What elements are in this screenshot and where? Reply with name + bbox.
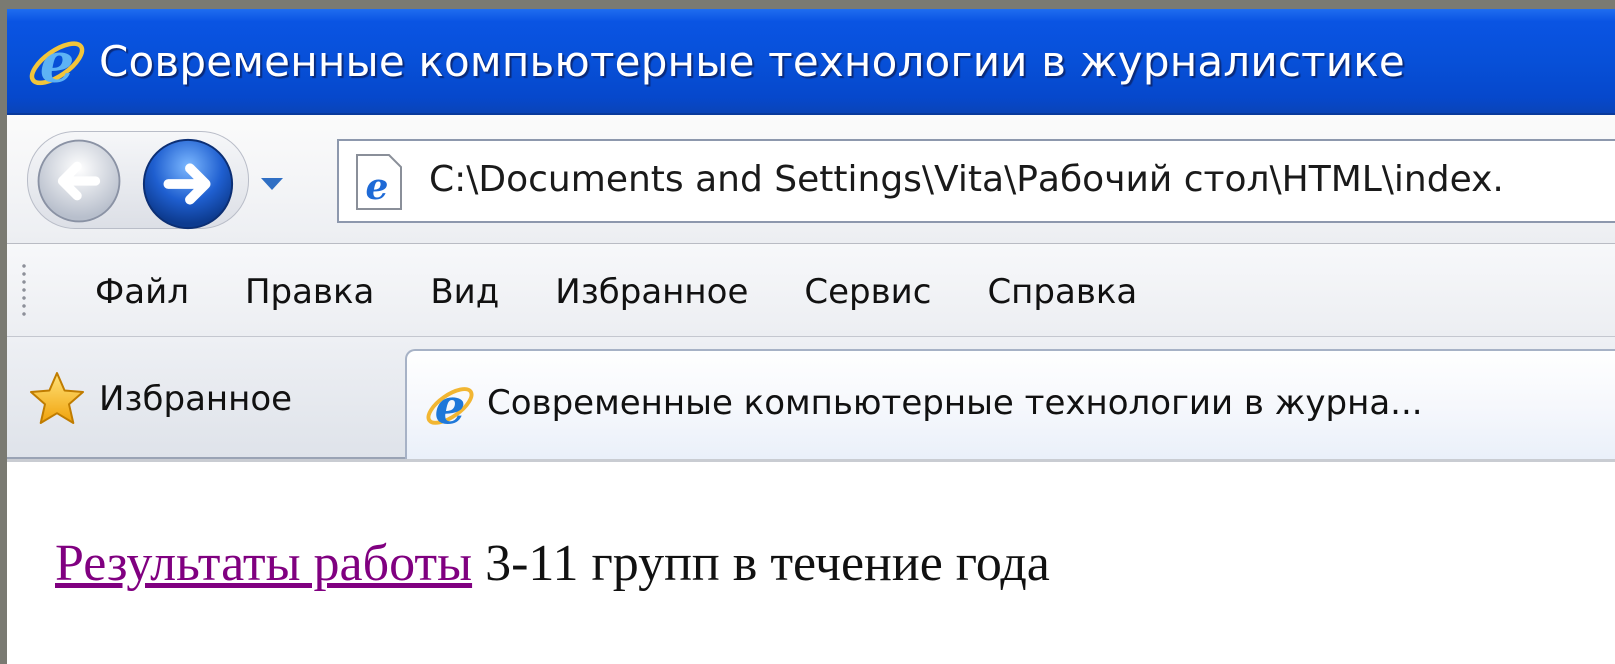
- address-input[interactable]: C:\Documents and Settings\Vita\Рабочий с…: [429, 159, 1504, 200]
- page-icon: e: [356, 154, 402, 210]
- content-text: 3-11 групп в течение года: [472, 535, 1050, 592]
- svg-text:e: e: [435, 379, 466, 435]
- browser-window: e Современные компьютерные технологии в …: [7, 9, 1615, 664]
- menu-bar: Файл Правка Вид Избранное Сервис Справка: [7, 244, 1615, 337]
- window-title: Современные компьютерные технологии в жу…: [99, 37, 1405, 86]
- page-content: Результаты работы 3-11 групп в течение г…: [7, 459, 1615, 664]
- results-link[interactable]: Результаты работы: [55, 535, 472, 592]
- tab-title: Современные компьютерные технологии в жу…: [487, 383, 1423, 423]
- svg-text:e: e: [40, 30, 74, 94]
- address-bar[interactable]: e C:\Documents and Settings\Vita\Рабочий…: [337, 139, 1615, 223]
- menu-favorites[interactable]: Избранное: [537, 272, 766, 312]
- menu-tools[interactable]: Сервис: [786, 272, 949, 312]
- menu-file[interactable]: Файл: [77, 272, 207, 312]
- star-icon: [30, 372, 84, 424]
- menu-items: Файл Правка Вид Избранное Сервис Справка: [77, 272, 1175, 312]
- back-arrow-icon[interactable]: [33, 135, 125, 227]
- svg-text:e: e: [366, 166, 389, 208]
- menu-edit[interactable]: Правка: [227, 272, 392, 312]
- toolbar-grip[interactable]: [21, 262, 27, 320]
- content-paragraph: Результаты работы 3-11 групп в течение г…: [55, 534, 1050, 593]
- favorites-bar: Избранное e Современные компьютерные тех…: [7, 337, 1615, 459]
- ie-logo-icon: e: [29, 30, 85, 94]
- favorites-button[interactable]: Избранное: [27, 359, 292, 439]
- forward-arrow-icon[interactable]: [139, 135, 237, 233]
- title-bar: e Современные компьютерные технологии в …: [7, 9, 1615, 115]
- navigation-bar: e C:\Documents and Settings\Vita\Рабочий…: [7, 115, 1615, 244]
- menu-view[interactable]: Вид: [412, 272, 517, 312]
- history-dropdown-icon[interactable]: [259, 175, 285, 193]
- favorites-label: Избранное: [99, 379, 293, 419]
- ie-page-icon: e: [426, 379, 474, 435]
- active-tab[interactable]: e Современные компьютерные технологии в …: [405, 349, 1615, 459]
- menu-help[interactable]: Справка: [969, 272, 1155, 312]
